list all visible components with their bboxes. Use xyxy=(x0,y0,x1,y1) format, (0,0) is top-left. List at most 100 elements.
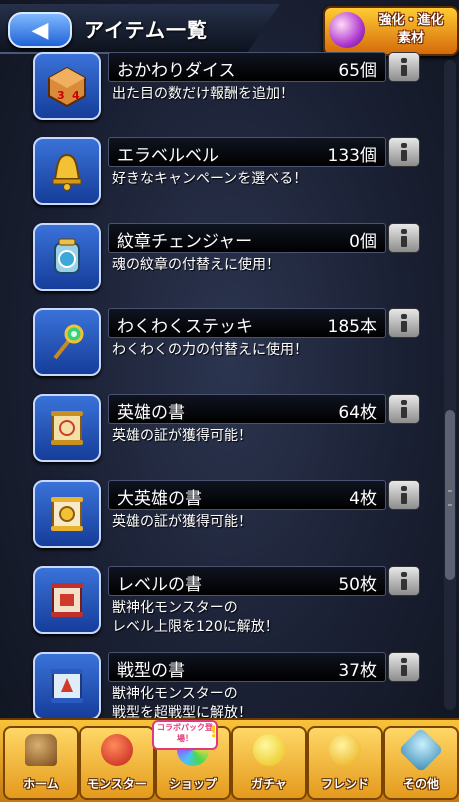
item-name-bar: レベルの書 50枚 xyxy=(108,566,386,596)
svg-text:3: 3 xyxy=(57,89,65,102)
item-description-line-1: わくわくの力の付替えに使用！ xyxy=(112,342,308,358)
info-button[interactable] xyxy=(388,652,420,682)
enhance-label-line-2: 素材 xyxy=(397,31,424,46)
item-name-bar: 大英雄の書 4枚 xyxy=(108,480,386,510)
scroll-grip-icon xyxy=(448,490,452,506)
scroll-thumb[interactable] xyxy=(445,410,455,580)
item-description: 獣神化モンスターの レベル上限を120に解放！ xyxy=(112,599,279,637)
shop-collab-badge: コラボパック登場！ xyxy=(152,720,218,750)
item-name: わくわくステッキ xyxy=(117,317,253,337)
nav-other[interactable]: その他 xyxy=(383,726,459,800)
nav-label: フレンド xyxy=(320,777,369,791)
enhance-label-line-1: 強化・進化 xyxy=(378,13,444,28)
nav-label: ガチャ xyxy=(251,777,287,791)
item-count: 64枚 xyxy=(338,403,377,423)
item-description-line-1: 魂の紋章の付替えに使用！ xyxy=(112,257,280,273)
back-button[interactable]: ◀ xyxy=(8,12,72,48)
nav-gacha[interactable]: ガチャ xyxy=(231,726,307,800)
info-button[interactable] xyxy=(388,566,420,596)
item-name: 紋章チェンジャー xyxy=(117,232,253,252)
item-description: 英雄の証が獲得可能！ xyxy=(112,513,252,532)
gacha-icon xyxy=(253,734,285,766)
item-description: 魂の紋章の付替えに使用！ xyxy=(112,256,280,275)
home-icon xyxy=(25,734,57,766)
friend-icon xyxy=(329,734,361,766)
info-button[interactable] xyxy=(388,394,420,424)
gold-scroll-icon xyxy=(33,480,101,548)
monster-icon xyxy=(101,734,133,766)
item-name-bar: 戦型の書 37枚 xyxy=(108,652,386,682)
item-name: レベルの書 xyxy=(117,575,202,595)
info-button[interactable] xyxy=(388,52,420,82)
other-icon xyxy=(398,727,444,773)
dice-icon: 34 xyxy=(33,52,101,120)
list-item[interactable]: 34 おかわりダイス 65個 出た目の数だけ報酬を追加！ xyxy=(0,52,440,138)
list-item[interactable]: レベルの書 50枚 獣神化モンスターの レベル上限を120に解放！ xyxy=(0,566,440,652)
item-name: エラベルベル xyxy=(117,146,219,166)
item-description-line-1: 英雄の証が獲得可能！ xyxy=(112,514,252,530)
item-description: わくわくの力の付替えに使用！ xyxy=(112,341,308,360)
item-name: 戦型の書 xyxy=(117,661,185,681)
item-count: 37枚 xyxy=(338,661,377,681)
alert-icon: ! xyxy=(210,722,218,741)
page-title: アイテム一覧 xyxy=(84,18,208,42)
bell-icon xyxy=(33,137,101,205)
scrollbar[interactable] xyxy=(444,60,456,710)
nav-home[interactable]: ホーム xyxy=(3,726,79,800)
item-description-line-1: 獣神化モンスターの xyxy=(112,686,238,702)
nav-label: その他 xyxy=(402,777,439,791)
item-name: 英雄の書 xyxy=(117,403,185,423)
battle-scroll-icon xyxy=(33,652,101,720)
item-count: 50枚 xyxy=(338,575,377,595)
nav-label: ショップ xyxy=(168,777,217,791)
header: ◀ アイテム一覧 強化・進化 素材 xyxy=(0,0,459,58)
item-name: 大英雄の書 xyxy=(117,489,202,509)
materials-orb-icon xyxy=(329,12,365,48)
svg-text:4: 4 xyxy=(72,89,80,102)
info-icon xyxy=(400,486,408,504)
item-count: 4枚 xyxy=(349,489,377,509)
enhance-evolve-materials-button[interactable]: 強化・進化 素材 xyxy=(323,6,459,56)
info-icon xyxy=(400,314,408,332)
info-button[interactable] xyxy=(388,223,420,253)
wand-icon xyxy=(33,308,101,376)
nav-label: モンスター xyxy=(87,777,147,791)
item-name-bar: おかわりダイス 65個 xyxy=(108,52,386,82)
item-name-bar: エラベルベル 133個 xyxy=(108,137,386,167)
info-icon xyxy=(400,143,408,161)
list-item[interactable]: わくわくステッキ 185本 わくわくの力の付替えに使用！ xyxy=(0,308,440,394)
emblem-changer-icon xyxy=(33,223,101,291)
bottom-nav: ホーム モンスター ショップ ガチャ フレンド その他 xyxy=(0,718,459,802)
info-icon xyxy=(400,229,408,247)
nav-monster[interactable]: モンスター xyxy=(79,726,155,800)
item-description: 英雄の証が獲得可能！ xyxy=(112,427,252,446)
info-button[interactable] xyxy=(388,137,420,167)
info-icon xyxy=(400,658,408,676)
item-name-bar: わくわくステッキ 185本 xyxy=(108,308,386,338)
info-icon xyxy=(400,572,408,590)
item-count: 65個 xyxy=(338,61,377,81)
item-name: おかわりダイス xyxy=(117,61,236,81)
item-count: 0個 xyxy=(349,232,377,252)
nav-label: ホーム xyxy=(23,777,59,791)
list-item[interactable]: 大英雄の書 4枚 英雄の証が獲得可能！ xyxy=(0,480,440,566)
item-description-line-1: 英雄の証が獲得可能！ xyxy=(112,428,252,444)
info-icon xyxy=(400,400,408,418)
item-name-bar: 紋章チェンジャー 0個 xyxy=(108,223,386,253)
item-description-line-2: レベル上限を120に解放！ xyxy=(112,619,279,635)
nav-friend[interactable]: フレンド xyxy=(307,726,383,800)
item-count: 133個 xyxy=(327,146,377,166)
enhance-label: 強化・進化 素材 xyxy=(369,12,453,48)
back-arrow-icon: ◀ xyxy=(31,17,49,43)
list-item[interactable]: 紋章チェンジャー 0個 魂の紋章の付替えに使用！ xyxy=(0,223,440,309)
item-name-bar: 英雄の書 64枚 xyxy=(108,394,386,424)
item-count: 185本 xyxy=(327,317,377,337)
scroll-icon xyxy=(33,394,101,462)
list-item[interactable]: 英雄の書 64枚 英雄の証が獲得可能！ xyxy=(0,394,440,480)
list-item[interactable]: エラベルベル 133個 好きなキャンペーンを選べる！ xyxy=(0,137,440,223)
info-button[interactable] xyxy=(388,308,420,338)
info-button[interactable] xyxy=(388,480,420,510)
level-scroll-icon xyxy=(33,566,101,634)
item-description: 出た目の数だけ報酬を追加！ xyxy=(112,85,294,104)
item-description-line-1: 好きなキャンペーンを選べる！ xyxy=(112,171,308,187)
